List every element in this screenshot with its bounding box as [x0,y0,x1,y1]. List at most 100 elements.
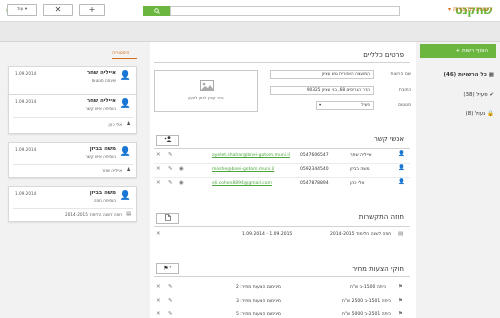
image-dropzone[interactable]: גרור קובץ לכאן לטעון [154,70,258,112]
delete-icon[interactable]: ✕ [156,166,161,172]
user-icon: 👤 [398,179,405,185]
file-icon: ▤ [398,231,404,237]
contact-name: משה בביזן [350,167,370,172]
divider [154,276,410,277]
sub-bar [0,22,500,42]
add-button[interactable]: + [79,4,105,16]
close-button[interactable]: ✕ [43,4,73,16]
image-dropzone-text: גרור קובץ לכאן לטעון [188,95,224,100]
edit-icon[interactable]: ✎ [168,180,173,186]
add-contact-button[interactable] [156,135,179,146]
delete-icon[interactable]: ✕ [156,152,161,158]
file-icon: ▤ [126,211,131,217]
status-select[interactable]: ▾ פעיל [316,101,374,110]
contact-row: ✕ ✎ ◉ eli.cohen8894@gmail.com 0547878894… [154,179,410,190]
more-dropdown[interactable]: עוד ▾ [7,4,37,16]
user-circle-icon[interactable]: ◉ [179,166,184,172]
delete-icon[interactable]: ✕ [156,311,161,317]
history-date: 1.09.2014 [15,191,37,196]
add-user-icon [164,136,172,144]
lock-icon: 🔒 [487,111,494,117]
contract-name[interactable]: חוזה לשנה הלימוד 2014-2015 [330,232,391,237]
avatar-icon: 👤 [119,71,131,81]
divider [154,62,410,63]
plus-icon: + [88,5,96,14]
file-add-icon [164,214,171,223]
more-label: עוד [16,7,24,12]
divider [154,226,410,227]
divider [154,148,410,149]
history-user: משה בביזן [89,146,116,152]
search-input[interactable] [170,6,400,16]
sidebar-item-active[interactable]: פעיל (38) ✔ [463,92,494,98]
edit-icon[interactable]: ✎ [168,166,173,172]
contact-row: ✕ ✎ ◉ moshe@bnei-gotom.muni.il 059234454… [154,165,410,176]
chevron-down-icon: ▾ [24,7,28,12]
authority-name-input[interactable]: המועצה האזורית גוש עציון [270,70,374,79]
history-user: אייליה שחר [86,70,116,76]
history-card[interactable]: 1.09.2014 אייליה שחר הוסיפה איש קשר 👤 אל… [8,94,137,134]
sidebar-item-locked[interactable]: נעול (8) 🔒 [466,111,494,117]
sidebar [416,42,500,318]
contacts-title: אנשי קשר [373,135,404,143]
add-pricing-rule-button[interactable]: ⚑⁺ [156,263,179,274]
field-label-status: סטטוס [398,103,411,108]
edit-icon[interactable]: ✎ [168,152,173,158]
history-title: היסטוריה [112,51,130,56]
history-user: אייליה שחר [86,98,116,104]
history-action: הוסיפה חוזה [93,198,116,203]
page-title-text: רשויות מקומיות [452,6,492,13]
edit-icon[interactable]: ✎ [168,311,173,317]
address-input[interactable]: הדר הגריסים 68, בני עציון 90325 [270,86,374,95]
pricing-range: כיתה 1500-ב ש"ח [350,285,387,290]
delete-icon[interactable]: ✕ [156,284,161,290]
history-detail: חוזה לשנה הלימוד 2014-2015 [65,212,122,217]
avatar-icon: 👤 [119,147,131,157]
delete-icon[interactable]: ✕ [156,180,161,186]
history-title-underline [112,58,137,59]
add-contract-button[interactable] [156,213,179,224]
contact-phone: 0592344540 [300,167,329,172]
history-card[interactable]: 1.09.2014 משה בביזן הוסיפה חוזה 👤 חוזה ל… [8,186,137,222]
flag-icon: ⚑ [398,311,403,317]
contact-email[interactable]: eli.cohen8894@gmail.com [212,181,272,186]
user-circle-icon[interactable]: ◉ [179,180,184,186]
history-user: משה בביזן [89,190,116,196]
edit-icon[interactable]: ✎ [168,284,173,290]
add-authority-button[interactable]: + הוסף רשות [420,44,496,58]
pricing-row: ✕ ✎ מינימום הצעות מחיר: 3 כיתה 1501-ב 25… [154,297,410,307]
divider [154,163,410,164]
check-icon: ✔ [489,92,494,98]
building-icon: ▦ [488,72,494,78]
divider [154,177,410,178]
user-icon: ♟ [126,167,131,173]
pricing-note: מינימום הצעות מחיר: 3 [236,299,281,304]
contract-row: ✕ 1.09.2014 - 1.09.2015 חוזה לשנה הלימוד… [154,230,410,241]
history-detail: אלי כהן [108,122,122,127]
history-detail: אייליה שחר [101,168,122,173]
contact-email[interactable]: moshe@bnei-gotom.muni.il [212,167,274,172]
history-action: הוסיפה איש קשר [85,154,116,159]
flag-icon: ⚑ [398,284,403,290]
divider [13,208,133,209]
divider [13,164,133,165]
pricing-note: מינימום הצעות מחיר: 5 [236,312,281,317]
edit-icon[interactable]: ✎ [168,298,173,304]
contact-row: ✕ ✎ ayelet.shahar@bnei-gotom.muni.il 054… [154,151,410,162]
pricing-title: חוקי הצעות מחיר [352,265,404,273]
pricing-note: מינימום הצעות מחיר: 2 [236,285,281,290]
search-button[interactable] [143,6,170,16]
history-card[interactable]: 1.09.2014 משה בביזן הוסיפה איש קשר 👤 איי… [8,142,137,178]
page-title: ▾ רשויות מקומיות [448,6,492,13]
user-icon: 👤 [398,151,405,157]
contact-email[interactable]: ayelet.shahar@bnei-gotom.muni.il [212,153,290,158]
delete-icon[interactable]: ✕ [156,231,161,237]
image-icon [200,80,214,93]
sidebar-item-all[interactable]: כל הרשויות (46) ▦ [444,72,495,78]
history-date: 1.09.2014 [15,147,37,152]
user-icon: 👤 [398,165,405,171]
contact-phone: 0547878894 [300,181,329,186]
close-icon: ✕ [54,5,62,14]
field-label-address: כתובת [398,88,411,93]
delete-icon[interactable]: ✕ [156,298,161,304]
